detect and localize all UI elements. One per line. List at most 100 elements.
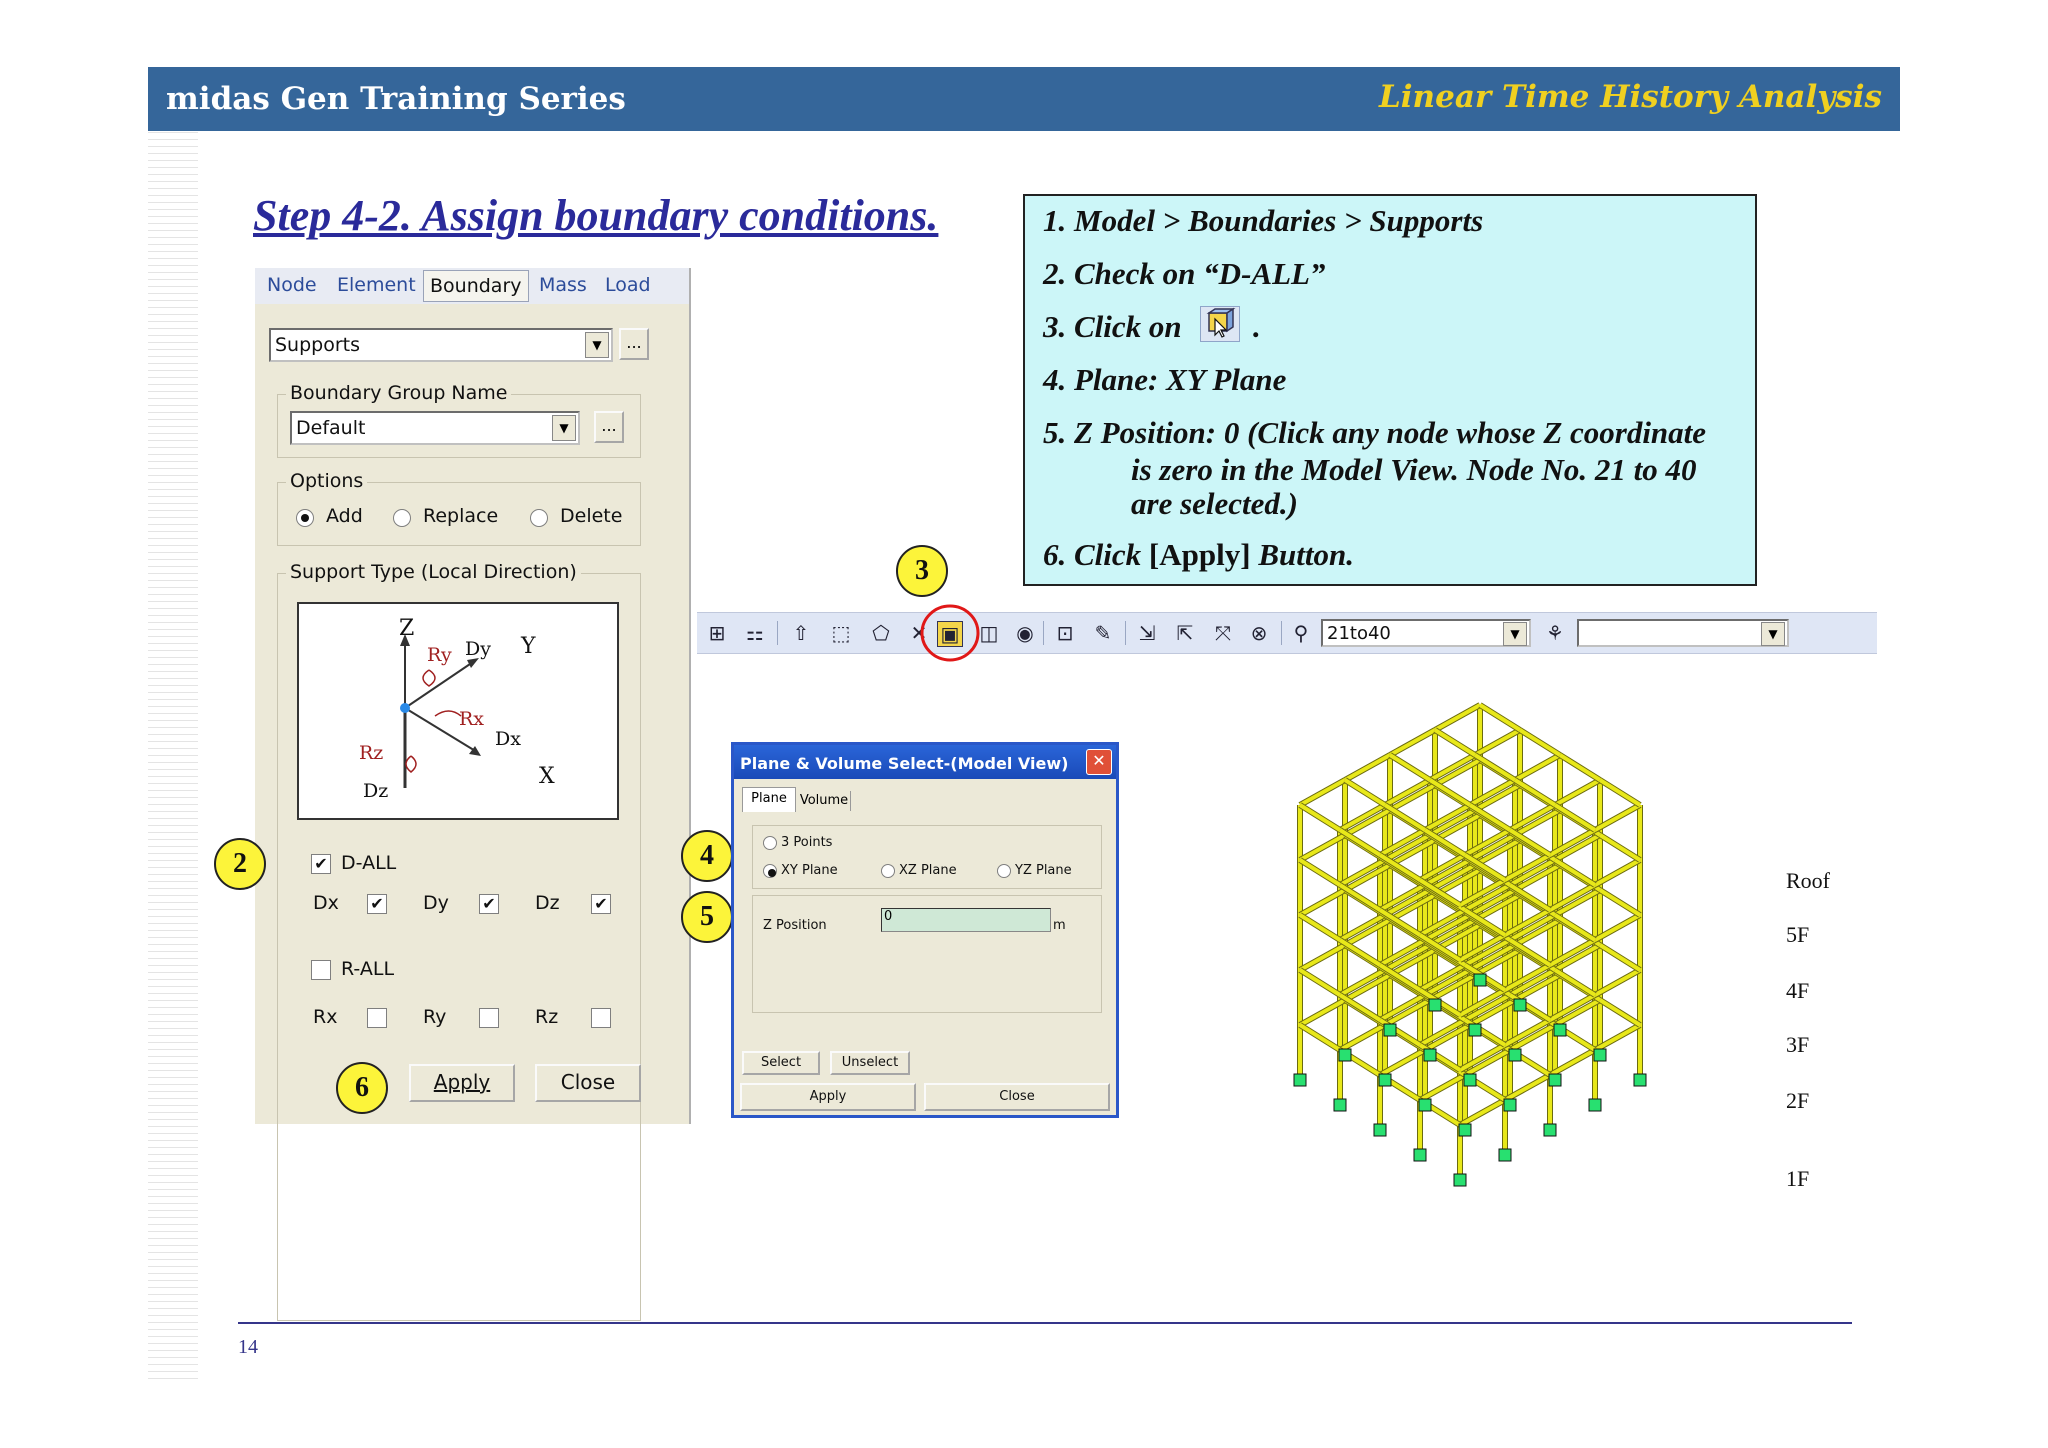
dialog-title: Plane & Volume Select-(Model View) bbox=[740, 754, 1069, 773]
unselect-all-icon[interactable]: ⊗ bbox=[1247, 621, 1271, 645]
node-number-icon[interactable]: ⚘ bbox=[1543, 621, 1567, 645]
support-node[interactable] bbox=[1463, 1073, 1477, 1087]
dialog-apply-button[interactable]: Apply bbox=[740, 1083, 916, 1111]
group-more-button[interactable]: ... bbox=[594, 411, 624, 443]
tree-icon[interactable]: ⚏ bbox=[743, 621, 767, 645]
ry-checkbox[interactable] bbox=[479, 1008, 499, 1028]
chevron-down-icon[interactable]: ▼ bbox=[552, 415, 576, 441]
support-node[interactable] bbox=[1503, 1098, 1517, 1112]
tab-node[interactable]: Node bbox=[267, 274, 317, 296]
r-all-checkbox[interactable] bbox=[311, 960, 331, 980]
r-all-label: R-ALL bbox=[341, 958, 395, 980]
unselect-window-icon[interactable]: ⇱ bbox=[1173, 621, 1197, 645]
beam bbox=[1598, 888, 1642, 917]
support-node[interactable] bbox=[1468, 1023, 1482, 1037]
tab-boundary[interactable]: Boundary bbox=[423, 270, 529, 302]
unselect-single-icon[interactable]: ⇲ bbox=[1135, 621, 1159, 645]
support-node[interactable] bbox=[1588, 1098, 1602, 1112]
support-node[interactable] bbox=[1553, 1023, 1567, 1037]
tab-load[interactable]: Load bbox=[605, 274, 651, 296]
close-button[interactable]: Close bbox=[535, 1064, 641, 1102]
tab-volume[interactable]: Volume bbox=[798, 791, 851, 811]
function-select[interactable]: Supports ▼ bbox=[269, 328, 613, 362]
dialog-close-button[interactable]: Close bbox=[924, 1083, 1110, 1111]
support-node[interactable] bbox=[1508, 1048, 1522, 1062]
support-node[interactable] bbox=[1473, 973, 1487, 987]
instruction-5-cont: is zero in the Model View. Node No. 21 t… bbox=[1131, 452, 1697, 487]
support-node[interactable] bbox=[1633, 1073, 1647, 1087]
select-polygon-icon[interactable]: ⬠ bbox=[869, 621, 893, 645]
z-position-input[interactable]: 0 bbox=[881, 908, 1051, 932]
instruction-6-suffix: Button. bbox=[1258, 537, 1354, 572]
support-node[interactable] bbox=[1458, 1123, 1472, 1137]
footer-divider bbox=[238, 1322, 1852, 1324]
support-node[interactable] bbox=[1378, 1073, 1392, 1087]
close-icon[interactable]: ✕ bbox=[1086, 749, 1112, 775]
select-single-icon[interactable]: ⇧ bbox=[789, 621, 813, 645]
add-radio[interactable] bbox=[296, 509, 314, 527]
delete-radio[interactable] bbox=[530, 509, 548, 527]
support-node[interactable] bbox=[1548, 1073, 1562, 1087]
dz-checkbox[interactable]: ✔ bbox=[591, 894, 611, 914]
page-number: 14 bbox=[238, 1336, 258, 1358]
selection-filter-icon[interactable]: ⚲ bbox=[1289, 621, 1313, 645]
beam bbox=[1598, 943, 1642, 972]
model-view[interactable]: Roof 5F 4F 3F 2F 1F bbox=[1180, 660, 1840, 1300]
tab-mass[interactable]: Mass bbox=[539, 274, 587, 296]
structural-model bbox=[1293, 702, 1647, 1187]
rx-checkbox[interactable] bbox=[367, 1008, 387, 1028]
support-node[interactable] bbox=[1418, 1098, 1432, 1112]
tab-plane[interactable]: Plane bbox=[742, 787, 796, 812]
support-node[interactable] bbox=[1383, 1023, 1397, 1037]
dx-checkbox[interactable]: ✔ bbox=[367, 894, 387, 914]
function-more-button[interactable]: ... bbox=[619, 328, 649, 360]
support-node[interactable] bbox=[1373, 1123, 1387, 1137]
support-node[interactable] bbox=[1498, 1148, 1512, 1162]
select-all-icon[interactable]: ⊞ bbox=[705, 621, 729, 645]
support-node[interactable] bbox=[1423, 1048, 1437, 1062]
support-type-label: Support Type (Local Direction) bbox=[286, 561, 581, 583]
chevron-down-icon[interactable]: ▼ bbox=[1503, 622, 1527, 646]
group-name-select[interactable]: Default ▼ bbox=[290, 411, 580, 445]
boundary-group: Boundary Group Name Default ▼ ... bbox=[277, 382, 641, 458]
panel-tabs: Node Element Boundary Mass Load bbox=[255, 268, 689, 304]
select-previous-icon[interactable]: ◉ bbox=[1013, 621, 1037, 645]
apply-button[interactable]: Apply bbox=[409, 1064, 515, 1102]
support-node[interactable] bbox=[1293, 1073, 1307, 1087]
topic-title: Linear Time History Analysis bbox=[1378, 79, 1882, 115]
support-node[interactable] bbox=[1543, 1123, 1557, 1137]
three-points-radio[interactable] bbox=[763, 836, 777, 850]
dy-checkbox[interactable]: ✔ bbox=[479, 894, 499, 914]
tab-element[interactable]: Element bbox=[337, 274, 416, 296]
support-node[interactable] bbox=[1453, 1173, 1467, 1187]
xz-plane-label: XZ Plane bbox=[899, 863, 957, 878]
support-node[interactable] bbox=[1428, 998, 1442, 1012]
select-property-icon[interactable]: ⊡ bbox=[1053, 621, 1077, 645]
beam bbox=[1598, 998, 1642, 1027]
support-node[interactable] bbox=[1333, 1098, 1347, 1112]
beam bbox=[1298, 913, 1342, 942]
chevron-down-icon[interactable]: ▼ bbox=[585, 332, 609, 358]
select-button[interactable]: Select bbox=[742, 1051, 820, 1075]
d-all-checkbox[interactable]: ✔ bbox=[311, 854, 331, 874]
selection-input[interactable]: 21to40 ▼ bbox=[1321, 619, 1531, 647]
secondary-select[interactable]: ▼ bbox=[1577, 619, 1789, 647]
select-edit-icon[interactable]: ✎ bbox=[1091, 621, 1115, 645]
xy-plane-radio[interactable] bbox=[763, 864, 777, 878]
xz-plane-radio[interactable] bbox=[881, 864, 895, 878]
beam bbox=[1434, 703, 1481, 732]
yz-plane-radio[interactable] bbox=[997, 864, 1011, 878]
series-title: midas Gen Training Series bbox=[166, 81, 626, 117]
instruction-4: 4. Plane: XY Plane bbox=[1043, 362, 1287, 397]
replace-radio[interactable] bbox=[393, 509, 411, 527]
select-window-icon[interactable]: ⬚ bbox=[829, 621, 853, 645]
chevron-down-icon[interactable]: ▼ bbox=[1761, 622, 1785, 646]
unselect-polygon-icon[interactable]: ⤧ bbox=[1211, 621, 1235, 645]
support-node[interactable] bbox=[1513, 998, 1527, 1012]
support-node[interactable] bbox=[1413, 1148, 1427, 1162]
rz-checkbox[interactable] bbox=[591, 1008, 611, 1028]
select-volume-icon[interactable]: ◫ bbox=[977, 621, 1001, 645]
unselect-button[interactable]: Unselect bbox=[830, 1051, 910, 1075]
support-node[interactable] bbox=[1593, 1048, 1607, 1062]
support-node[interactable] bbox=[1338, 1048, 1352, 1062]
